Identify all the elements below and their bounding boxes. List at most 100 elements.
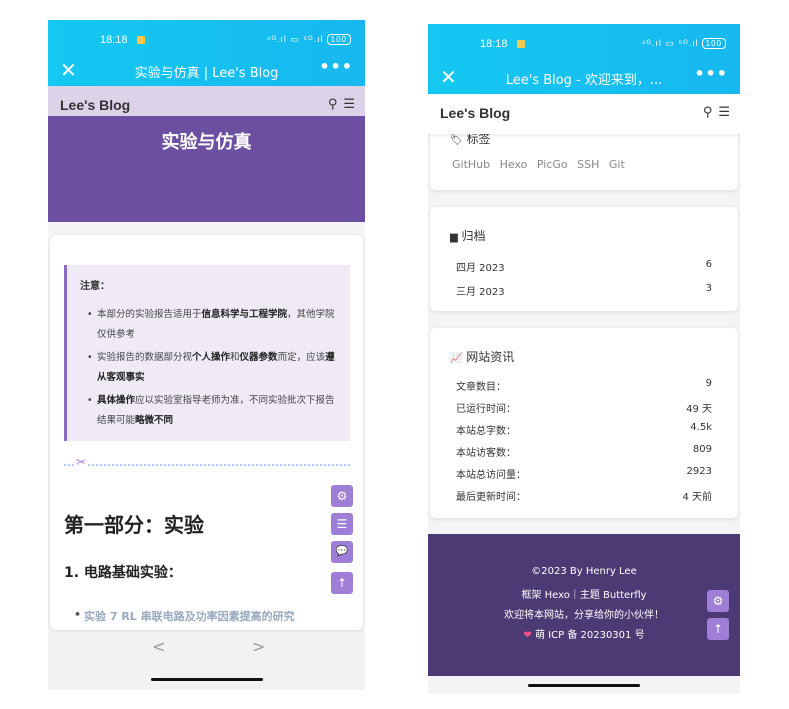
info-label: 已运行时间： xyxy=(456,404,516,415)
menu-icon[interactable]: ☰ xyxy=(718,105,730,120)
back-icon[interactable]: < xyxy=(152,637,165,656)
note-text: 而定，应该 xyxy=(277,352,326,363)
status-bar: 18:18 ⁴ᴳ.ıl ▭ ⁵ᴳ.ıl 100 xyxy=(48,20,365,60)
search-icon[interactable]: ⚲ xyxy=(703,105,713,120)
close-icon[interactable]: ✕ xyxy=(440,65,457,89)
settings-button[interactable]: ⚙ xyxy=(331,485,353,507)
article-link[interactable]: 实验 7 RL 串联电路及功率因素提高的研究 xyxy=(74,608,295,624)
browser-bottom-bar: < > xyxy=(48,632,365,690)
page-hero: 实验与仿真 xyxy=(48,116,365,222)
list-icon: ☰ xyxy=(336,517,348,531)
tag-item[interactable]: PicGo xyxy=(537,158,568,171)
site-info-card: 📈 网站资讯 文章数目： 9 已运行时间： 49 天 本站总字数： 4.5k 本站访客… xyxy=(430,328,738,518)
info-row: 本站总访问量： 2923 xyxy=(456,466,712,481)
tags-title: 标签 xyxy=(466,132,491,146)
arrow-up-icon: ↑ xyxy=(336,576,348,590)
notification-icon xyxy=(137,36,145,44)
site-footer: ©2023 By Henry Lee 框架 Hexo｜主题 Butterfly … xyxy=(428,534,740,676)
toc-button[interactable]: ☰ xyxy=(331,513,353,535)
left-phone-screen: 18:18 ⁴ᴳ.ıl ▭ ⁵ᴳ.ıl 100 ✕ 实验与仿真 | Lee's B… xyxy=(48,20,365,690)
tag-item[interactable]: SSH xyxy=(577,158,599,171)
note-bold: 信息科学与工程学院 xyxy=(201,309,288,320)
site-brand[interactable]: Lee's Blog xyxy=(440,105,510,121)
note-bold: 略微不同 xyxy=(135,415,174,426)
battery-icon: 100 xyxy=(701,38,726,49)
footer-copyright: ©2023 By Henry Lee xyxy=(531,566,637,577)
browser-title-bar: ✕ 实验与仿真 | Lee's Blog ••• xyxy=(48,56,365,86)
comment-icon: 💬 xyxy=(335,546,349,557)
notification-icon xyxy=(517,40,525,48)
archive-header: ▆ 归档 xyxy=(450,227,486,244)
footer-icp[interactable]: ❤ 萌 ICP 备 20230301 号 xyxy=(428,626,740,641)
site-info-title: 网站资讯 xyxy=(466,350,515,364)
info-row: 最后更新时间： 4 天前 xyxy=(456,488,712,503)
info-value: 9 xyxy=(705,378,712,389)
info-row: 已运行时间： 49 天 xyxy=(456,400,712,415)
settings-button[interactable]: ⚙ xyxy=(707,590,729,612)
scissors-icon: ✂ xyxy=(74,455,89,469)
menu-icon[interactable]: ☰ xyxy=(343,97,355,112)
more-options-icon[interactable]: ••• xyxy=(319,57,353,76)
info-label: 最后更新时间： xyxy=(456,492,526,503)
info-row: 本站总字数： 4.5k xyxy=(456,422,712,437)
close-icon[interactable]: ✕ xyxy=(60,58,77,82)
note-bold: 仪器参数 xyxy=(239,352,278,363)
note-title: 注意： xyxy=(80,281,110,292)
status-signal: ⁴ᴳ.ıl ▭ ⁵ᴳ.ıl 100 xyxy=(267,34,351,45)
icp-text: 萌 ICP 备 20230301 号 xyxy=(535,630,645,641)
chart-icon: 📈 xyxy=(450,353,463,364)
subsection-heading: 1. 电路基础实验： xyxy=(64,565,182,581)
archive-icon: ▆ xyxy=(450,232,458,243)
note-text: 和 xyxy=(230,352,240,363)
note-item: 本部分的实验报告适用于信息科学与工程学院，其他学院仅供参考 xyxy=(87,305,342,345)
section-divider xyxy=(64,464,350,466)
gear-icon: ⚙ xyxy=(336,489,348,503)
signal-icon: ⁴ᴳ.ıl ▭ ⁵ᴳ.ıl xyxy=(266,34,324,44)
info-value: 2923 xyxy=(686,466,712,477)
status-time: 18:18 xyxy=(100,34,128,46)
note-bold: 具体操作 xyxy=(97,395,136,406)
tag-item[interactable]: Hexo xyxy=(500,158,528,171)
status-signal: ⁴ᴳ.ıl ▭ ⁵ᴳ.ıl 100 xyxy=(642,38,726,49)
info-row: 本站访客数： 809 xyxy=(456,444,712,459)
note-list: 本部分的实验报告适用于信息科学与工程学院，其他学院仅供参考 实验报告的数据部分视… xyxy=(87,305,342,434)
forward-icon[interactable]: > xyxy=(252,637,265,656)
footer-framework[interactable]: 框架 Hexo｜主题 Butterfly xyxy=(428,586,740,601)
search-icon[interactable]: ⚲ xyxy=(328,97,338,112)
archive-label: 四月 2023 xyxy=(456,263,505,274)
back-to-top-button[interactable]: ↑ xyxy=(331,572,353,594)
info-label: 本站访客数： xyxy=(456,448,516,459)
note-text: 实验报告的数据部分视 xyxy=(97,352,193,363)
gear-icon: ⚙ xyxy=(712,594,724,608)
archive-label: 三月 2023 xyxy=(456,287,505,298)
archive-count: 3 xyxy=(705,283,712,294)
tag-item[interactable]: Git xyxy=(609,158,625,171)
archive-row[interactable]: 三月 2023 3 xyxy=(456,283,712,298)
site-brand[interactable]: Lee's Blog xyxy=(60,97,130,113)
comment-button[interactable]: 💬 xyxy=(331,541,353,563)
right-phone-screen: 18:18 ⁴ᴳ.ıl ▭ ⁵ᴳ.ıl 100 ✕ Lee's Blog - 欢迎… xyxy=(428,24,740,694)
home-indicator[interactable] xyxy=(528,684,640,687)
archive-count: 6 xyxy=(705,259,712,270)
info-value: 49 天 xyxy=(686,404,712,415)
site-navbar: Lee's Blog ⚲ ☰ xyxy=(428,94,740,134)
info-row: 文章数目： 9 xyxy=(456,378,712,393)
info-label: 文章数目： xyxy=(456,382,506,393)
archive-title: 归档 xyxy=(461,229,486,243)
arrow-up-icon: ↑ xyxy=(712,622,724,636)
page-title: Lee's Blog - 欢迎来到，... xyxy=(505,73,663,88)
archive-row[interactable]: 四月 2023 6 xyxy=(456,259,712,274)
back-to-top-button[interactable]: ↑ xyxy=(707,618,729,640)
tag-list: GitHub Hexo PicGo SSH Git xyxy=(452,158,631,171)
article-card: 注意： 本部分的实验报告适用于信息科学与工程学院，其他学院仅供参考 实验报告的数… xyxy=(50,235,363,630)
tag-item[interactable]: GitHub xyxy=(452,158,490,171)
site-info-header: 📈 网站资讯 xyxy=(450,348,514,365)
note-bold: 个人操作 xyxy=(192,352,231,363)
more-options-icon[interactable]: ••• xyxy=(694,64,728,83)
heart-icon: ❤ xyxy=(523,630,532,641)
home-indicator[interactable] xyxy=(151,678,263,681)
archive-card: ▆ 归档 四月 2023 6 三月 2023 3 xyxy=(430,207,738,311)
tag-icon: 🏷 xyxy=(450,135,463,146)
info-value: 4.5k xyxy=(690,422,712,433)
note-item: 实验报告的数据部分视个人操作和仪器参数而定，应该遵从客观事实 xyxy=(87,348,342,388)
